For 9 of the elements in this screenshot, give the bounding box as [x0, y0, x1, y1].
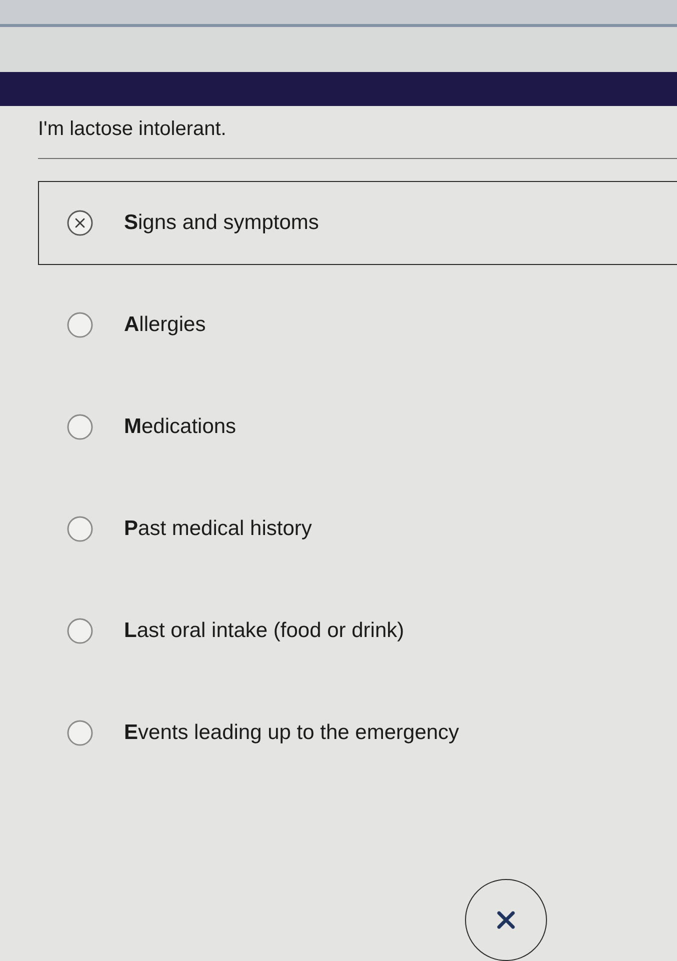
answer-option[interactable]: Signs and symptoms [38, 181, 677, 265]
answer-option[interactable]: Last oral intake (food or drink) [38, 589, 677, 673]
answer-option[interactable]: Past medical history [38, 487, 677, 571]
answer-option[interactable]: Allergies [38, 283, 677, 367]
close-button[interactable] [465, 879, 547, 961]
close-icon [496, 910, 516, 930]
prompt-text: I'm lactose intolerant. [38, 117, 226, 142]
answer-option[interactable]: Medications [38, 385, 677, 469]
answer-option[interactable]: Events leading up to the emergency [38, 691, 677, 775]
